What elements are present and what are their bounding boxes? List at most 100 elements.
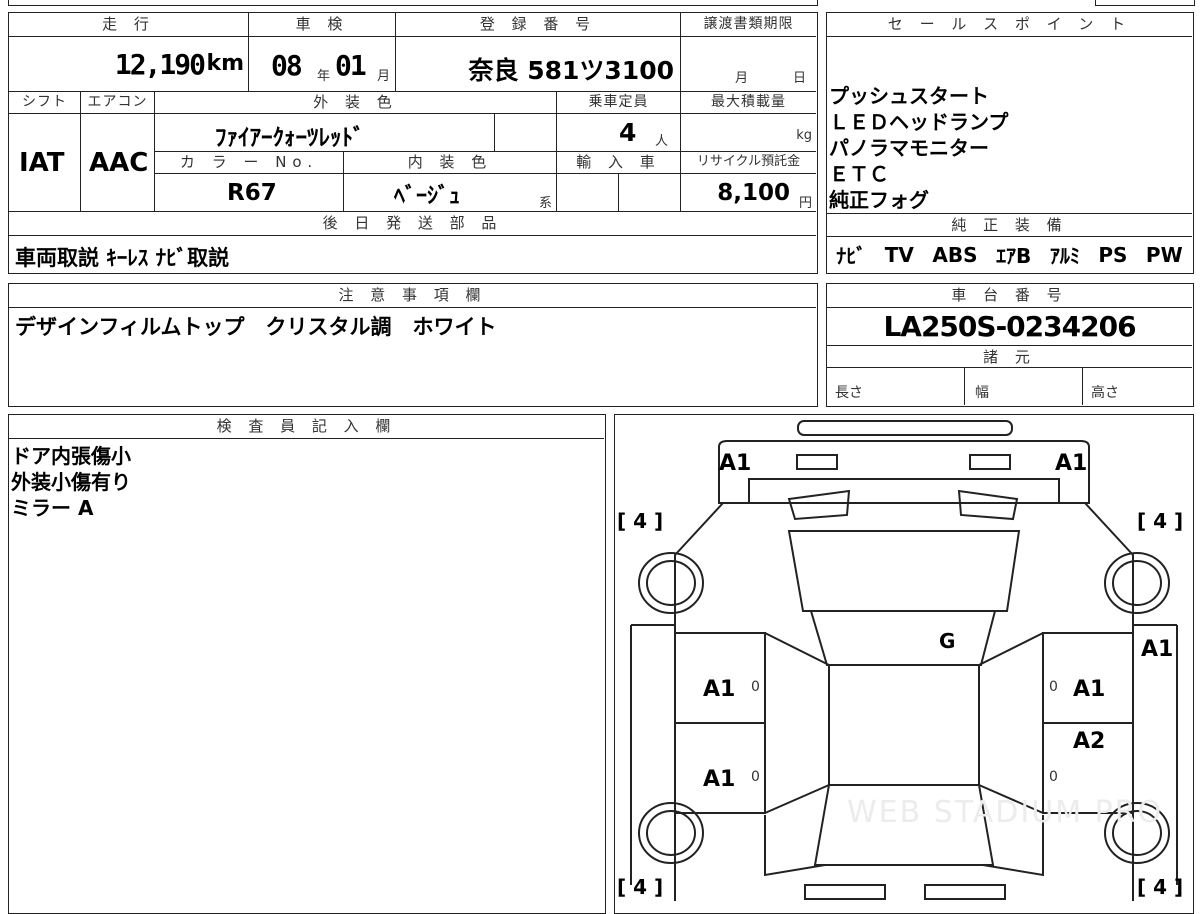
tire-rear-right: [ 4 ] bbox=[1137, 875, 1184, 899]
inspection-header: 車 検 bbox=[249, 13, 396, 37]
chassis-value: LA250S-0234206 bbox=[883, 310, 1136, 343]
door-mark-lf: 0 bbox=[751, 679, 760, 695]
mileage-value: 12,190 bbox=[114, 48, 206, 81]
door-mark-lr: 0 bbox=[751, 769, 760, 785]
sales-points-header: セ ー ル ス ポ イ ン ト bbox=[827, 13, 1192, 37]
equipment-item: ﾅﾋﾞ bbox=[836, 244, 867, 268]
width-cell: 幅 bbox=[965, 368, 1083, 405]
vehicle-info-table: 走 行 車 検 登 録 番 号 譲渡書類期限 12,190 km 08 年 01… bbox=[8, 12, 818, 274]
door-mark-rf: 0 bbox=[1049, 679, 1058, 695]
chassis-header: 車 台 番 号 bbox=[827, 284, 1192, 308]
height-label: 高さ bbox=[1091, 385, 1119, 401]
recycle-cell: 8,100 円 bbox=[681, 174, 816, 212]
shift-value: IAT bbox=[19, 148, 65, 178]
exterior-color-extra-cell bbox=[495, 114, 557, 152]
recycle-unit: 円 bbox=[798, 196, 812, 211]
chassis-cell: LA250S-0234206 bbox=[827, 308, 1192, 346]
month-char: 月 bbox=[377, 69, 391, 84]
notes-panel: 注 意 事 項 欄 デザインフィルムトップ クリスタル調 ホワイト bbox=[8, 283, 818, 407]
equipment-header: 純 正 装 備 bbox=[827, 213, 1192, 237]
windshield-grade: G bbox=[939, 629, 956, 653]
capacity-unit: 人 bbox=[655, 134, 669, 149]
height-cell: 高さ bbox=[1083, 368, 1192, 405]
inspector-lines: ドア内張傷小 外装小傷有り ミラー A bbox=[9, 443, 131, 521]
tire-front-right: [ 4 ] bbox=[1137, 509, 1184, 533]
inspector-line: 外装小傷有り bbox=[11, 470, 131, 494]
mileage-unit: km bbox=[206, 51, 244, 76]
top-edge-strip-right bbox=[1095, 0, 1195, 6]
import-cell-a bbox=[557, 174, 619, 212]
length-cell: 長さ bbox=[827, 368, 965, 405]
capacity-header: 乗車定員 bbox=[557, 92, 681, 114]
equipment-item: ｴｱB bbox=[996, 244, 1032, 268]
ac-header: エアコン bbox=[81, 92, 155, 114]
mileage-header: 走 行 bbox=[9, 13, 249, 37]
sales-point-item: パノラマモニター bbox=[829, 136, 989, 160]
mileage-cell: 12,190 km bbox=[9, 37, 249, 92]
front-left-grade: A1 bbox=[719, 451, 752, 476]
watermark: WEB STADIUM PRO bbox=[847, 795, 1164, 830]
transfer-deadline-cell: 月 日 bbox=[681, 37, 816, 92]
ac-cell: AAC bbox=[81, 114, 155, 212]
car-damage-diagram: A1 A1 [ 4 ] [ 4 ] G A1 A1 0 A1 0 0 A1 A2… bbox=[614, 414, 1194, 914]
right-fender-grade: A1 bbox=[1141, 637, 1174, 662]
length-label: 長さ bbox=[835, 385, 863, 401]
sales-points-panel: セ ー ル ス ポ イ ン ト プッシュスタート ＬＥＤヘッドランプ パノラマモ… bbox=[826, 12, 1194, 274]
sales-point-item: ＬＥＤヘッドランプ bbox=[829, 110, 1009, 134]
year-char: 年 bbox=[317, 69, 331, 84]
width-label: 幅 bbox=[975, 385, 989, 401]
transfer-day-char: 日 bbox=[792, 71, 806, 86]
color-no-value: R67 bbox=[227, 180, 277, 206]
left-front-door-grade: A1 bbox=[703, 677, 736, 702]
inspection-month: 01 bbox=[335, 49, 367, 82]
tire-front-left: [ 4 ] bbox=[617, 509, 664, 533]
color-no-cell: R67 bbox=[155, 174, 344, 212]
interior-color-value: ﾍﾞｰｼﾞｭ bbox=[394, 184, 461, 209]
interior-color-header: 内 装 色 bbox=[344, 152, 557, 174]
door-mark-rr: 0 bbox=[1049, 769, 1058, 785]
later-parts-value: 車両取説 ｷｰﾚｽ ﾅﾋﾞ取説 bbox=[15, 246, 230, 270]
transfer-month-char: 月 bbox=[735, 71, 749, 86]
right-front-door-grade: A1 bbox=[1073, 677, 1106, 702]
ac-value: AAC bbox=[89, 148, 149, 178]
equipment-item: ABS bbox=[932, 242, 978, 267]
spec-header: 諸 元 bbox=[827, 346, 1192, 368]
shift-header: シフト bbox=[9, 92, 81, 114]
equipment-list: ﾅﾋﾞ TV ABS ｴｱB ｱﾙﾐ PS PW bbox=[827, 237, 1192, 272]
exterior-color-header: 外 装 色 bbox=[155, 92, 557, 114]
equipment-item: ｱﾙﾐ bbox=[1049, 244, 1080, 268]
shift-cell: IAT bbox=[9, 114, 81, 212]
recycle-value: 8,100 bbox=[717, 180, 790, 206]
interior-color-cell: ﾍﾞｰｼﾞｭ 系 bbox=[344, 174, 557, 212]
max-load-header: 最大積載量 bbox=[681, 92, 816, 114]
notes-value: デザインフィルムトップ クリスタル調 ホワイト bbox=[15, 315, 497, 339]
registration-value: 奈良 581ツ3100 bbox=[468, 56, 674, 85]
sales-point-item: 純正フォグ bbox=[829, 188, 929, 212]
exterior-color-value: ﾌｧｲｱｰｸｫｰﾂﾚｯﾄﾞ bbox=[215, 125, 365, 151]
equipment-item: PW bbox=[1145, 242, 1183, 267]
sales-point-item: プッシュスタート bbox=[829, 84, 989, 108]
max-load-unit: kg bbox=[796, 128, 812, 143]
sales-point-item: ＥＴＣ bbox=[829, 162, 889, 186]
top-edge-strip bbox=[8, 0, 818, 6]
sales-points-list: プッシュスタート ＬＥＤヘッドランプ パノラマモニター ＥＴＣ 純正フォグ bbox=[827, 83, 1192, 213]
right-rear-door-grade: A2 bbox=[1073, 729, 1106, 754]
chassis-panel: 車 台 番 号 LA250S-0234206 諸 元 長さ 幅 高さ bbox=[826, 283, 1194, 407]
transfer-deadline-header: 譲渡書類期限 bbox=[681, 13, 816, 37]
notes-header: 注 意 事 項 欄 bbox=[9, 284, 816, 308]
tire-rear-left: [ 4 ] bbox=[617, 875, 664, 899]
equipment-item: PS bbox=[1098, 242, 1128, 267]
equipment-item: TV bbox=[884, 242, 914, 267]
inspector-header: 検 査 員 記 入 欄 bbox=[9, 415, 604, 439]
registration-header: 登 録 番 号 bbox=[396, 13, 681, 37]
later-parts-cell: 車両取説 ｷｰﾚｽ ﾅﾋﾞ取説 bbox=[9, 236, 816, 272]
capacity-value: 4 bbox=[619, 118, 637, 147]
registration-cell: 奈良 581ツ3100 bbox=[396, 37, 681, 92]
front-right-grade: A1 bbox=[1055, 451, 1088, 476]
color-no-header: カ ラ ー No. bbox=[155, 152, 344, 174]
import-header: 輸 入 車 bbox=[557, 152, 681, 174]
interior-color-suffix: 系 bbox=[538, 196, 552, 211]
inspector-panel: 検 査 員 記 入 欄 ドア内張傷小 外装小傷有り ミラー A bbox=[8, 414, 606, 914]
later-parts-header: 後 日 発 送 部 品 bbox=[9, 212, 816, 236]
recycle-header: リサイクル預託金 bbox=[681, 152, 816, 174]
